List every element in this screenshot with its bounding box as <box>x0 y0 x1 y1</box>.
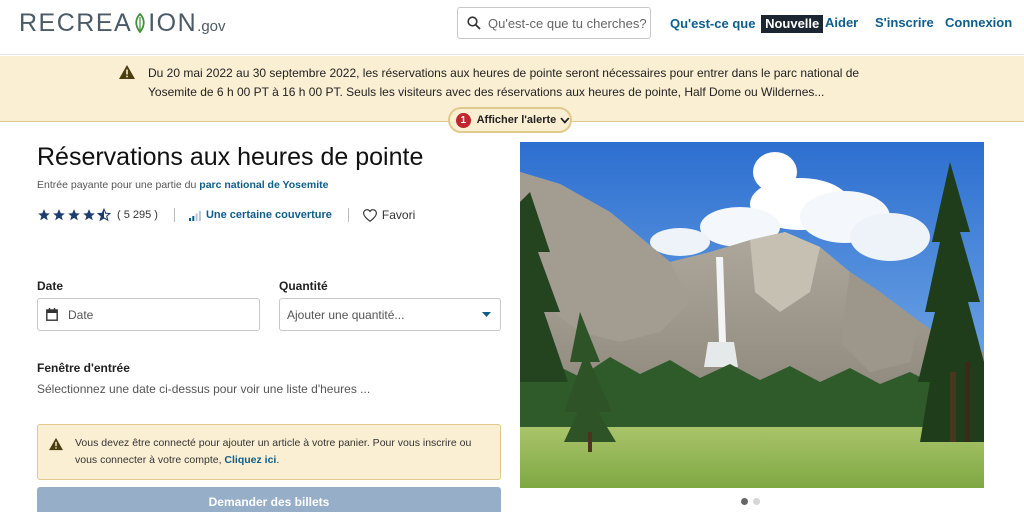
show-alert-label: Afficher l'alerte <box>476 114 557 126</box>
page-title: Réservations aux heures de pointe <box>37 143 424 171</box>
star-icon <box>68 209 80 221</box>
date-field[interactable]: Date <box>37 298 260 331</box>
alert-count-badge: 1 <box>456 112 471 128</box>
favorite-label: Favori <box>381 208 416 222</box>
half-star-icon <box>97 208 111 222</box>
site-logo[interactable]: RECREA ION.gov <box>19 9 226 38</box>
quantity-placeholder: Ajouter une quantité... <box>287 307 405 322</box>
divider <box>173 208 175 222</box>
warning-icon <box>49 437 63 451</box>
logo-suffix: .gov <box>197 18 226 35</box>
nav-signup[interactable]: S'inscrire <box>875 15 934 30</box>
search-icon <box>467 16 481 30</box>
chevron-down-icon <box>560 116 570 124</box>
quantity-label: Quantité <box>279 279 328 293</box>
search-placeholder: Qu'est-ce que tu cherches? <box>488 15 647 31</box>
login-notice-text: Vous devez être connecté pour ajouter un… <box>75 437 472 466</box>
cell-coverage[interactable]: Une certaine couverture <box>188 209 332 221</box>
review-count: ( 5 295 ) <box>117 209 158 221</box>
carousel-dot-2[interactable] <box>753 498 760 505</box>
date-placeholder: Date <box>68 307 94 322</box>
entry-window-label: Fenêtre d'entrée <box>37 361 130 375</box>
request-tickets-button[interactable]: Demander des billets <box>37 487 501 512</box>
divider <box>347 208 349 222</box>
date-label: Date <box>37 279 64 293</box>
logo-text: RECREA ION <box>19 9 198 37</box>
login-notice: Vous devez être connecté pour ajouter un… <box>37 424 501 480</box>
login-link[interactable]: Cliquez ici <box>224 454 276 466</box>
entry-window-help: Sélectionnez une date ci-dessus pour voi… <box>37 382 371 396</box>
leaf-icon <box>135 13 145 33</box>
carousel-dot-1[interactable] <box>741 498 748 505</box>
yosemite-photo <box>520 142 984 488</box>
star-icon <box>38 209 50 221</box>
hero-image[interactable] <box>520 142 984 488</box>
coverage-label: Une certaine couverture <box>205 209 332 221</box>
warning-icon <box>119 65 135 79</box>
park-link[interactable]: parc national de Yosemite <box>199 179 328 191</box>
heart-icon <box>362 208 377 222</box>
nav-whats-new[interactable]: Qu'est-ce que Nouvelle <box>670 15 824 33</box>
alert-message: Du 20 mai 2022 au 30 septembre 2022, les… <box>148 66 860 99</box>
calendar-icon <box>46 308 58 321</box>
favorite-button[interactable]: Favori <box>362 208 416 222</box>
nav-help[interactable]: Aider <box>825 15 858 30</box>
quantity-select[interactable]: Ajouter une quantité... <box>279 298 501 331</box>
caret-down-icon <box>482 312 491 317</box>
show-alert-button[interactable]: 1 Afficher l'alerte <box>448 107 572 133</box>
new-badge: Nouvelle <box>761 15 824 33</box>
listing-subtitle: Entrée payante pour une partie du parc n… <box>37 179 328 191</box>
star-rating[interactable] <box>37 208 112 222</box>
signal-icon <box>188 210 201 221</box>
site-header: RECREA ION.gov Qu'est-ce que tu cherches?… <box>0 0 1024 55</box>
nav-login[interactable]: Connexion <box>945 15 1012 30</box>
rating-row: ( 5 295 ) Une certaine couverture Favori <box>37 206 415 224</box>
star-icon <box>53 209 65 221</box>
nav-whats-new-label: Qu'est-ce que <box>670 16 756 31</box>
subtitle-prefix: Entrée payante pour une partie du <box>37 179 197 191</box>
search-input[interactable]: Qu'est-ce que tu cherches? <box>457 7 651 39</box>
star-icon <box>83 209 95 221</box>
carousel-indicators <box>741 498 765 505</box>
